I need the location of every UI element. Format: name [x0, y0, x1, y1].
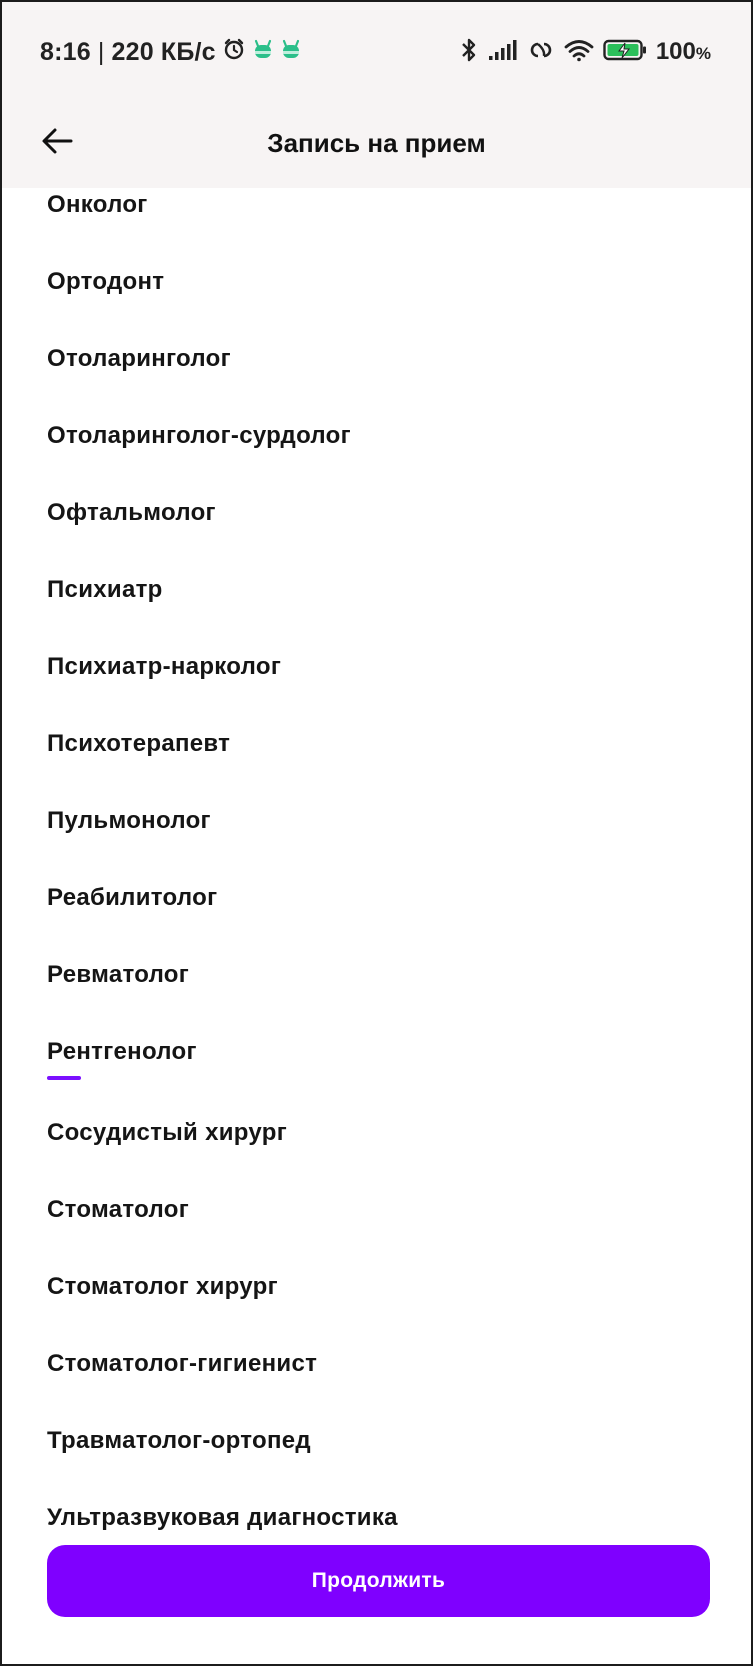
signal-strength-icon [488, 39, 518, 66]
list-item-radiologist[interactable]: Рентгенолог [47, 1032, 197, 1072]
list-item-oncologist[interactable]: Онколог [47, 185, 148, 225]
list-item-ultrasound-diagnostics[interactable]: Ультразвуковая диагностика [47, 1498, 398, 1533]
android-app-icon [280, 38, 302, 67]
status-time: 8:16 [40, 37, 91, 66]
android-app-icon [252, 38, 274, 67]
phone-screen: 8:16 | 220 КБ/с 100% Запись на прием Онк… [0, 0, 753, 1666]
list-item-dental-surgeon[interactable]: Стоматолог хирург [47, 1267, 278, 1307]
continue-button[interactable]: Продолжить [47, 1545, 710, 1617]
wifi-icon [564, 38, 594, 67]
list-item-vascular-surgeon[interactable]: Сосудистый хирург [47, 1113, 287, 1153]
list-item-otolaryngologist[interactable]: Отоларинголог [47, 339, 231, 379]
status-left: 8:16 | 220 КБ/с [40, 35, 302, 69]
list-item-psychotherapist[interactable]: Психотерапевт [47, 724, 230, 764]
list-item-dental-hygienist[interactable]: Стоматолог-гигиенист [47, 1344, 317, 1384]
list-item-rheumatologist[interactable]: Ревматолог [47, 955, 189, 995]
battery-percent: 100% [655, 38, 711, 65]
list-item-pulmonologist[interactable]: Пульмонолог [47, 801, 211, 841]
network-speed: 220 [111, 37, 154, 66]
top-bar: 8:16 | 220 КБ/с 100% Запись на прием [2, 2, 751, 188]
list-item-psychiatrist[interactable]: Психиатр [47, 570, 163, 610]
bluetooth-icon [459, 37, 479, 68]
list-item-orthodontist[interactable]: Ортодонт [47, 262, 164, 302]
list-item-traumatologist-orthopedist[interactable]: Травматолог-ортопед [47, 1421, 311, 1461]
list-item-psychiatrist-narcologist[interactable]: Психиатр-нарколог [47, 647, 281, 687]
app-bar: Запись на прием [2, 102, 751, 188]
list-item-rehabilitologist[interactable]: Реабилитолог [47, 878, 217, 918]
status-bar: 8:16 | 220 КБ/с 100% [2, 2, 751, 102]
alarm-icon [222, 37, 246, 68]
network-speed-unit: КБ/с [160, 37, 216, 66]
page-title: Запись на прием [267, 128, 486, 158]
battery-charging-icon [603, 39, 647, 66]
status-right: 100% [459, 35, 711, 69]
list-item-ophthalmologist[interactable]: Офтальмолог [47, 493, 216, 533]
list-item-otolaryngologist-audiologist[interactable]: Отоларинголог-сурдолог [47, 416, 351, 456]
status-separator: | [97, 37, 105, 66]
specialty-list[interactable]: Онколог Ортодонт Отоларинголог Отоларинг… [2, 178, 751, 1533]
hotspot-link-icon [527, 39, 555, 66]
text-cursor-underline [47, 1076, 81, 1080]
list-item-dentist[interactable]: Стоматолог [47, 1190, 189, 1230]
